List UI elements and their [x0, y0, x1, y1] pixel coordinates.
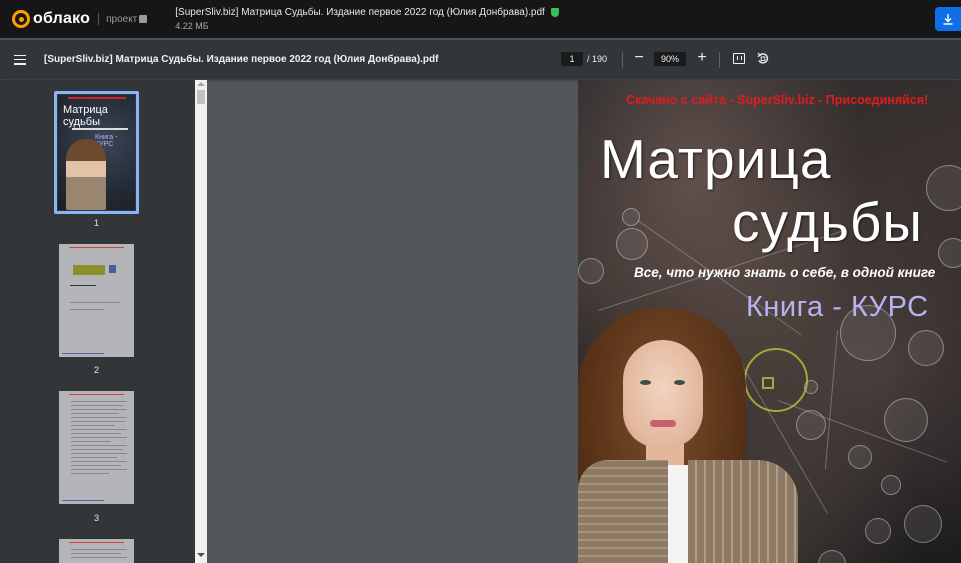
logo-at-icon: [12, 10, 30, 28]
decor-circle: [881, 475, 901, 495]
toolbar-divider: [719, 52, 720, 68]
portrait-eye: [640, 380, 651, 385]
page-navigator: 1 / 190: [561, 52, 607, 66]
page-subtitle: Все, что нужно знать о себе, в одной кни…: [634, 265, 936, 280]
portrait-face: [623, 340, 703, 448]
file-title: [SuperSliv.biz] Матрица Судьбы. Издание …: [175, 7, 559, 18]
fit-page-icon[interactable]: [733, 53, 745, 64]
thumbnail-page-4[interactable]: [59, 539, 134, 563]
sidebar-scrollbar[interactable]: [195, 80, 207, 563]
decor-circle: [926, 165, 961, 211]
project-label: проект: [106, 13, 148, 25]
decor-circle: [904, 505, 942, 543]
thumbnail-label: 1: [93, 218, 99, 228]
thumbnail-page-1[interactable]: Матрица судьбы Книга - КУРС: [58, 95, 135, 210]
download-icon: [943, 13, 953, 25]
mini-logo-mark: [109, 265, 116, 273]
app-header: облако проект [SuperSliv.biz] Матрица Су…: [0, 0, 961, 38]
portrait-blazer-right: [688, 460, 798, 563]
page-total: / 190: [587, 54, 608, 64]
decor-circle: [578, 258, 604, 284]
page-title-line2: судьбы: [732, 191, 923, 253]
pdf-toolbar: [SuperSliv.biz] Матрица Судьбы. Издание …: [0, 40, 961, 79]
hamburger-menu-icon[interactable]: [14, 54, 26, 65]
project-mark-icon: [139, 14, 148, 23]
file-size: 4.22 МБ: [175, 21, 209, 31]
document-title: [SuperSliv.biz] Матрица Судьбы. Издание …: [44, 54, 439, 65]
decor-circle: [865, 518, 891, 544]
shield-check-icon: [550, 8, 559, 17]
mini-cover-title: Матрица судьбы: [63, 104, 108, 128]
decor-circle: [622, 208, 640, 226]
portrait-blazer-left: [578, 460, 668, 563]
zoom-level-input[interactable]: 90%: [654, 52, 686, 66]
decor-circle: [616, 228, 648, 260]
logo-divider: [98, 13, 100, 25]
mini-subtitle-line: [72, 128, 128, 130]
decor-circle: [818, 550, 846, 563]
logo-text: облако: [33, 10, 91, 27]
page-title-line1: Матрица: [600, 128, 832, 190]
zoom-in-button[interactable]: +: [696, 49, 708, 67]
scroll-down-arrow-icon[interactable]: [197, 553, 205, 557]
page-watermark-text: Скачано с сайта - SuperSliv.biz - Присое…: [626, 93, 929, 107]
portrait-eye: [674, 380, 685, 385]
thumbnail-label: 2: [93, 365, 99, 375]
decor-circle: [908, 330, 944, 366]
file-meta: [SuperSliv.biz] Матрица Судьбы. Издание …: [175, 7, 559, 31]
scrollbar-thumb[interactable]: [197, 90, 205, 104]
portrait-lips: [650, 420, 676, 427]
mini-logo: [73, 265, 105, 275]
decor-circle: [938, 238, 961, 268]
page-number-input[interactable]: 1: [561, 52, 583, 66]
decor-circle: [796, 410, 826, 440]
mini-red-line: [68, 97, 126, 99]
page-course-label: Книга - КУРС: [746, 291, 929, 323]
decor-circle: [884, 398, 928, 442]
file-title-text: [SuperSliv.biz] Матрица Судьбы. Издание …: [175, 7, 545, 18]
logo[interactable]: облако проект: [12, 10, 148, 28]
thumbnail-label: 3: [93, 513, 99, 523]
mini-portrait: [66, 139, 106, 210]
decor-yellow-ring: [744, 348, 808, 412]
thumbnail-page-2[interactable]: [59, 244, 134, 357]
rotate-icon[interactable]: [757, 52, 769, 65]
document-page: Скачано с сайта - SuperSliv.biz - Присое…: [578, 80, 961, 563]
scroll-up-arrow-icon[interactable]: [197, 82, 205, 86]
decor-circle: [848, 445, 872, 469]
toolbar-divider: [622, 52, 623, 68]
download-button[interactable]: [935, 7, 961, 31]
project-label-text: проект: [106, 13, 138, 25]
decor-line: [824, 329, 838, 470]
thumbnail-page-3[interactable]: [59, 391, 134, 504]
decor-yellow-square: [762, 377, 774, 389]
zoom-out-button[interactable]: −: [633, 49, 645, 67]
